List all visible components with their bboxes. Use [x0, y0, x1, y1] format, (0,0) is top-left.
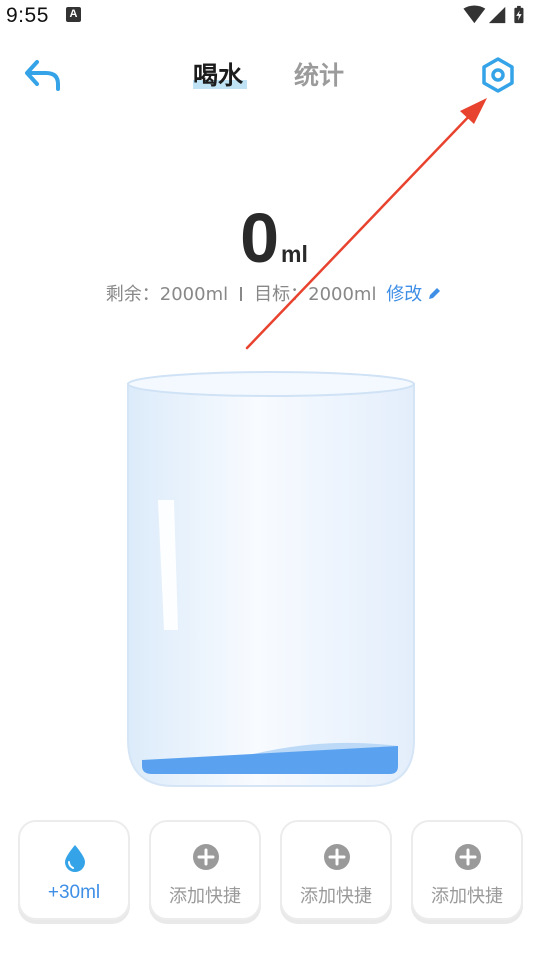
add-shortcut-button[interactable]: 添加快捷 [280, 820, 392, 920]
pencil-icon [429, 288, 441, 299]
status-bar: 9:55 A [0, 0, 548, 32]
tab-drink-water[interactable]: 喝水 [193, 56, 243, 92]
back-arrow-icon [25, 60, 60, 91]
quick-add-label: 添加快捷 [431, 886, 503, 907]
add-shortcut-button[interactable]: 添加快捷 [149, 820, 261, 920]
signal-icon [488, 6, 506, 24]
add-circle-icon [193, 844, 219, 870]
quick-add-row: +30ml 添加快捷 添加快捷 添加快捷 [18, 820, 530, 924]
intake-value: 0 [240, 199, 280, 277]
intake-unit: ml [281, 241, 308, 267]
quick-add-label: 添加快捷 [300, 886, 372, 907]
remaining-text: 剩余：2000ml [105, 284, 229, 305]
water-glass [127, 371, 415, 787]
water-drop-icon [65, 845, 85, 872]
edit-goal-label: 修改 [386, 284, 423, 305]
tab-statistics[interactable]: 统计 [294, 56, 344, 92]
settings-button[interactable] [477, 54, 519, 96]
status-icons [463, 5, 524, 24]
glass-rim [127, 371, 415, 397]
intake-amount: 0ml [0, 198, 548, 278]
status-time: 9:55 [6, 4, 49, 27]
notification-a-icon: A [66, 7, 81, 22]
quick-add-label: +30ml [47, 882, 101, 903]
quick-add-30ml-button[interactable]: +30ml [18, 820, 130, 920]
back-button[interactable] [22, 54, 64, 96]
add-circle-icon [324, 844, 350, 870]
divider [240, 287, 243, 301]
battery-charging-icon [514, 5, 524, 24]
wifi-icon [463, 5, 486, 24]
header: 喝水 统计 [0, 44, 548, 104]
add-circle-icon [455, 844, 481, 870]
add-shortcut-button[interactable]: 添加快捷 [411, 820, 523, 920]
settings-hexagon-icon [482, 57, 514, 93]
goal-text: 目标：2000ml [254, 284, 377, 305]
quick-add-label: 添加快捷 [169, 886, 241, 907]
edit-goal-button[interactable]: 修改 [386, 284, 442, 305]
goal-summary: 剩余：2000ml 目标：2000ml 修改 [0, 280, 548, 306]
